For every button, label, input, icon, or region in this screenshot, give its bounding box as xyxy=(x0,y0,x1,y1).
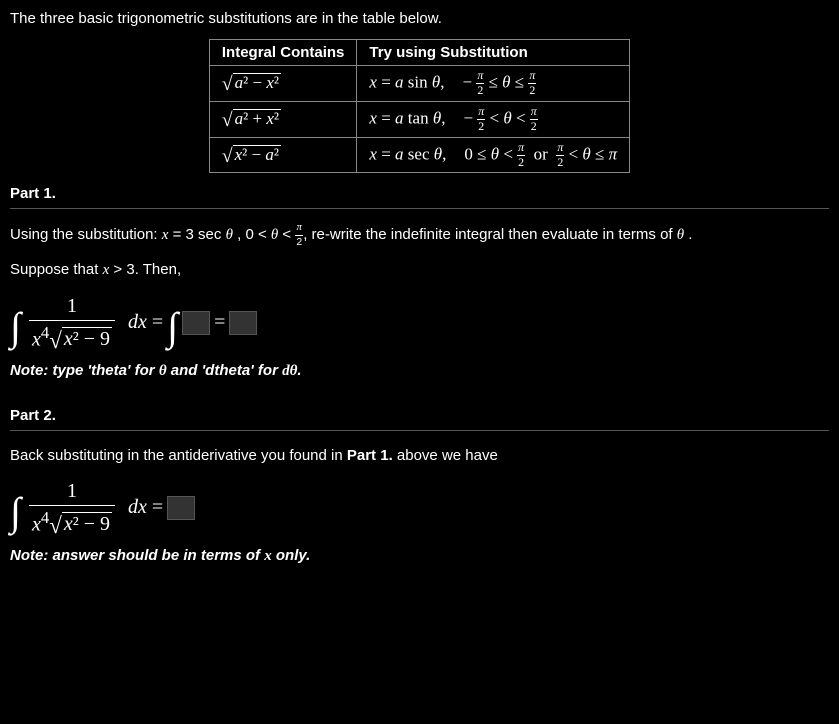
substitution-table: Integral Contains Try using Substitution… xyxy=(209,39,630,173)
part1-answer-input[interactable] xyxy=(229,311,257,335)
table-row: √x² − a² x = a sec θ,0 ≤ θ < π2 or π2 < … xyxy=(209,137,629,173)
part1-prompt: Using the substitution: x = 3 sec θ , 0 … xyxy=(10,223,829,247)
divider xyxy=(10,430,829,431)
part1-note: Note: type 'theta' for θ and 'dtheta' fo… xyxy=(10,362,829,380)
part2-prompt: Back substituting in the antiderivative … xyxy=(10,445,829,468)
part1-suppose: Suppose that x > 3. Then, xyxy=(10,259,829,282)
part2-note: Note: answer should be in terms of x onl… xyxy=(10,547,829,565)
part2-integral: ∫ 1 x4√x² − 9 dx = xyxy=(10,479,829,537)
part2-title: Part 2. xyxy=(10,407,829,424)
part1-integrand-input[interactable] xyxy=(182,311,210,335)
divider xyxy=(10,208,829,209)
table-row: √a² + x² x = a tan θ,− π2 < θ < π2 xyxy=(209,101,629,137)
table-header-substitution: Try using Substitution xyxy=(357,40,630,66)
part2-answer-input[interactable] xyxy=(167,496,195,520)
intro-text: The three basic trigonometric substituti… xyxy=(10,10,829,27)
part1-integral: ∫ 1 x4√x² − 9 dx = ∫ = xyxy=(10,294,829,352)
table-row: √a² − x² x = a sin θ,− π2 ≤ θ ≤ π2 xyxy=(209,66,629,102)
table-header-contains: Integral Contains xyxy=(209,40,357,66)
part1-title: Part 1. xyxy=(10,185,829,202)
